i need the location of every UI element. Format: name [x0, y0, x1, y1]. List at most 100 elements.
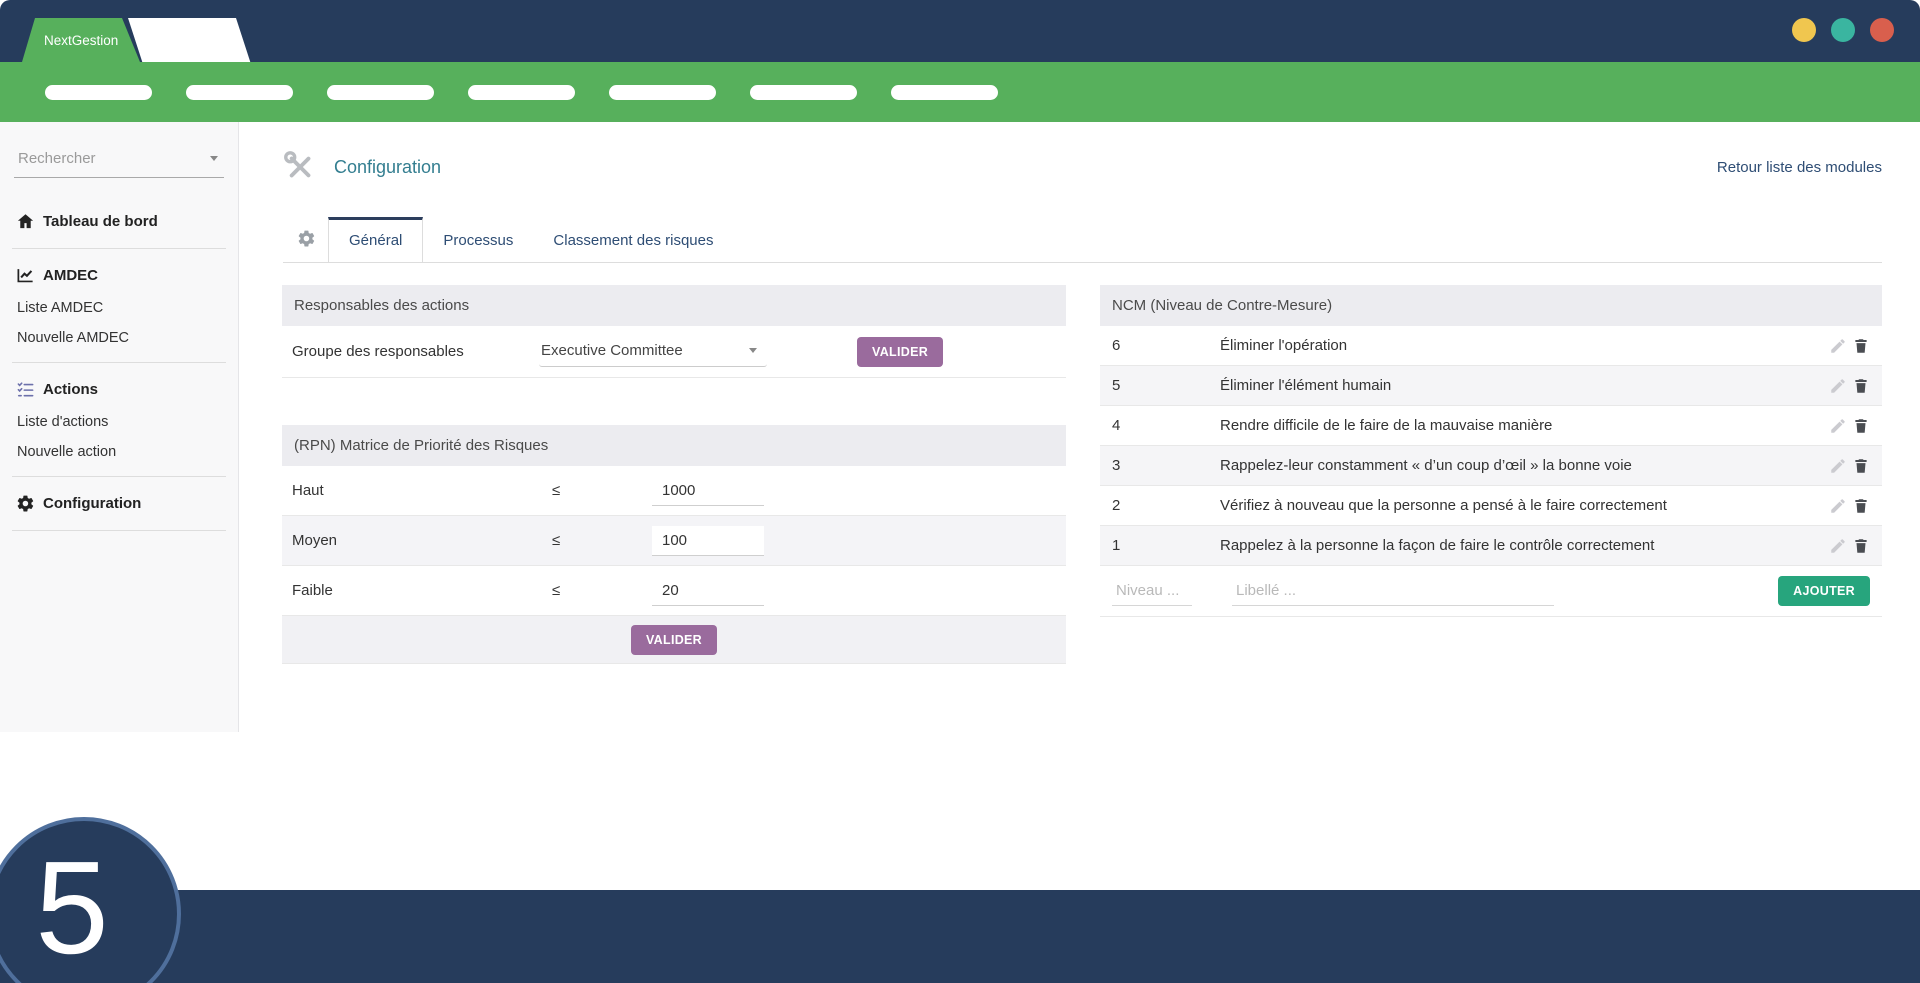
rpn-row-label: Moyen: [292, 532, 338, 549]
delete-trash-icon[interactable]: [1852, 377, 1870, 395]
ncm-label: Rappelez-leur constamment « d’un coup d’…: [1220, 457, 1632, 474]
chart-line-icon: [17, 269, 33, 283]
sidebar: Rechercher Tableau de bord AMDEC Liste A…: [0, 122, 239, 732]
sidebar-item-configuration[interactable]: Configuration: [0, 486, 238, 521]
sidebar-item-label: Configuration: [43, 495, 142, 512]
ncm-row: 3 Rappelez-leur constamment « d’un coup …: [1100, 446, 1882, 486]
nav-pills: [0, 62, 1920, 100]
tab-processus[interactable]: Processus: [423, 218, 533, 262]
valider-responsables-button[interactable]: VALIDER: [857, 336, 944, 367]
rpn-row: Moyen ≤: [282, 516, 1066, 566]
edit-pencil-icon[interactable]: [1829, 417, 1847, 435]
nav-pill[interactable]: [609, 85, 716, 100]
nav-pill[interactable]: [327, 85, 434, 100]
ncm-label: Vérifiez à nouveau que la personne a pen…: [1220, 497, 1667, 514]
ncm-level: 3: [1112, 457, 1121, 474]
ncm-label: Rappelez à la personne la façon de faire…: [1220, 537, 1655, 554]
divider: [12, 362, 226, 363]
ncm-label: Éliminer l'opération: [1220, 337, 1348, 354]
sidebar-item-liste-dactions[interactable]: Liste d'actions: [0, 407, 238, 437]
top-bar: NextGestion: [0, 0, 1920, 62]
responsables-row: Groupe des responsables Executive Commit…: [282, 326, 1066, 378]
gear-icon[interactable]: [297, 229, 316, 248]
ncm-level: 2: [1112, 497, 1121, 514]
divider: [12, 248, 226, 249]
rpn-row-label: Haut: [292, 482, 324, 499]
tab-bar: Général Processus Classement des risques: [283, 215, 1882, 263]
back-to-modules-link[interactable]: Retour liste des modules: [1717, 159, 1882, 176]
sidebar-item-actions[interactable]: Actions: [0, 372, 238, 407]
ncm-level: 1: [1112, 537, 1121, 554]
ncm-label: Éliminer l'élément humain: [1220, 377, 1392, 394]
rpn-threshold-input[interactable]: [652, 575, 764, 606]
edit-pencil-icon[interactable]: [1829, 337, 1847, 355]
brand-name: NextGestion: [44, 32, 119, 48]
ncm-row: 5 Éliminer l'élément humain: [1100, 366, 1882, 406]
sidebar-item-label: AMDEC: [43, 267, 98, 284]
edit-pencil-icon[interactable]: [1829, 457, 1847, 475]
window-dot[interactable]: [1792, 18, 1816, 42]
sidebar-item-nouvelle-amdec[interactable]: Nouvelle AMDEC: [0, 323, 238, 353]
edit-pencil-icon[interactable]: [1829, 497, 1847, 515]
rpn-threshold-input[interactable]: [652, 475, 764, 506]
divider: [12, 476, 226, 477]
rpn-panel: (RPN) Matrice de Priorité des Risques Ha…: [282, 425, 1066, 664]
nav-pill[interactable]: [186, 85, 293, 100]
niveau-input[interactable]: [1112, 576, 1192, 606]
sidebar-item-label: Tableau de bord: [43, 213, 158, 230]
groupe-responsables-select[interactable]: Executive Committee: [539, 336, 767, 367]
gear-icon: [17, 495, 34, 512]
delete-trash-icon[interactable]: [1852, 417, 1870, 435]
rpn-row-label: Faible: [292, 582, 333, 599]
delete-trash-icon[interactable]: [1852, 457, 1870, 475]
chevron-down-icon: [210, 156, 218, 161]
home-icon: [17, 214, 34, 229]
field-label: Groupe des responsables: [292, 343, 464, 360]
sidebar-menu: Tableau de bord AMDEC Liste AMDEC Nouvel…: [0, 204, 238, 531]
sidebar-item-nouvelle-action[interactable]: Nouvelle action: [0, 437, 238, 467]
tasks-icon: [17, 382, 34, 397]
nav-pill[interactable]: [891, 85, 998, 100]
step-number: 5: [35, 834, 109, 981]
ncm-panel: NCM (Niveau de Contre-Mesure) 6 Éliminer…: [1100, 285, 1882, 617]
page-title: Configuration: [334, 156, 442, 177]
responsables-panel: Responsables des actions Groupe des resp…: [282, 285, 1066, 378]
edit-pencil-icon[interactable]: [1829, 377, 1847, 395]
page-header: Configuration Retour liste des modules: [283, 146, 1882, 188]
nav-pill[interactable]: [45, 85, 152, 100]
window-dot[interactable]: [1870, 18, 1894, 42]
tab-classement-des-risques[interactable]: Classement des risques: [533, 218, 733, 262]
search-input[interactable]: Rechercher: [14, 146, 224, 178]
window-dots: [1792, 18, 1894, 42]
tab-general[interactable]: Général: [328, 217, 424, 263]
ajouter-button[interactable]: AJOUTER: [1778, 576, 1870, 606]
window-dot[interactable]: [1831, 18, 1855, 42]
delete-trash-icon[interactable]: [1852, 337, 1870, 355]
ncm-row: 4 Rendre difficile de le faire de la mau…: [1100, 406, 1882, 446]
rpn-rows: Haut ≤ Moyen ≤ Faible ≤: [282, 466, 1066, 616]
ncm-level: 6: [1112, 337, 1121, 354]
edit-pencil-icon[interactable]: [1829, 537, 1847, 555]
ncm-row: 2 Vérifiez à nouveau que la personne a p…: [1100, 486, 1882, 526]
nav-pill[interactable]: [468, 85, 575, 100]
valider-rpn-button[interactable]: VALIDER: [630, 624, 718, 655]
nav-pill[interactable]: [750, 85, 857, 100]
delete-trash-icon[interactable]: [1852, 497, 1870, 515]
ncm-row: 6 Éliminer l'opération: [1100, 326, 1882, 366]
rpn-operator: ≤: [552, 582, 561, 599]
rpn-threshold-input[interactable]: [652, 525, 764, 556]
brand-ghost-shape: [128, 18, 251, 62]
brand-tab[interactable]: NextGestion: [22, 18, 140, 62]
sidebar-item-label: Actions: [43, 381, 99, 398]
libelle-input[interactable]: [1232, 576, 1554, 606]
ncm-rows: 6 Éliminer l'opération 5 Éliminer l'élém…: [1100, 326, 1882, 566]
sidebar-item-tableau-de-bord[interactable]: Tableau de bord: [0, 204, 238, 239]
selected-value: Executive Committee: [541, 342, 683, 359]
sidebar-item-liste-amdec[interactable]: Liste AMDEC: [0, 293, 238, 323]
rpn-operator: ≤: [552, 482, 561, 499]
search-placeholder: Rechercher: [18, 150, 96, 167]
panel-title: Responsables des actions: [282, 285, 1066, 326]
delete-trash-icon[interactable]: [1852, 537, 1870, 555]
sidebar-item-amdec[interactable]: AMDEC: [0, 258, 238, 293]
ncm-label: Rendre difficile de le faire de la mauva…: [1220, 417, 1553, 434]
